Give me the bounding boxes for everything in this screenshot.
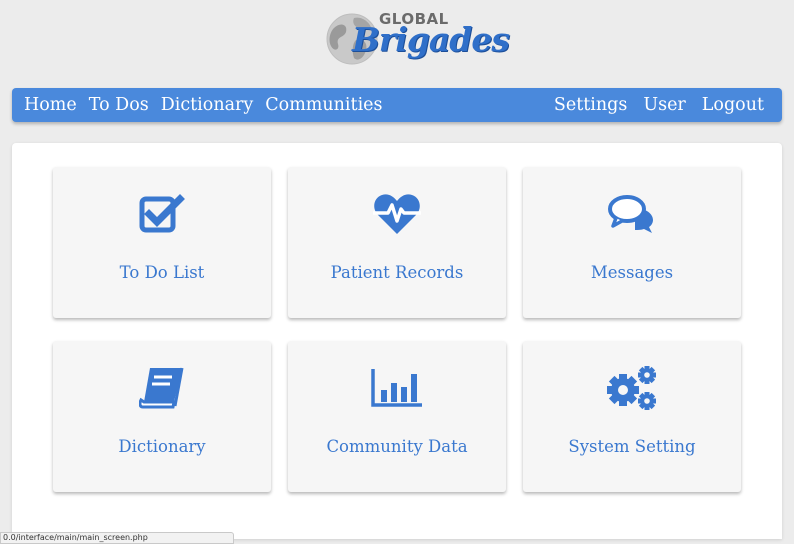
card-label: To Do List bbox=[119, 263, 205, 282]
card-to-do-list[interactable]: To Do List bbox=[53, 167, 271, 318]
nav-link-user[interactable]: User bbox=[635, 95, 693, 115]
top-navbar: Home To Dos Dictionary Communities Setti… bbox=[12, 88, 782, 122]
card-label: System Setting bbox=[568, 437, 696, 456]
card-label: Messages bbox=[590, 263, 674, 282]
nav-link-dictionary[interactable]: Dictionary bbox=[155, 95, 260, 115]
nav-right-group: Settings User Logout bbox=[546, 95, 772, 115]
card-label: Dictionary bbox=[118, 437, 206, 456]
nav-left-group: Home To Dos Dictionary Communities bbox=[18, 95, 389, 115]
card-patient-records[interactable]: Patient Records bbox=[288, 167, 506, 318]
card-label: Community Data bbox=[326, 437, 468, 456]
nav-link-settings[interactable]: Settings bbox=[546, 95, 635, 115]
nav-link-communities[interactable]: Communities bbox=[259, 95, 388, 115]
bar-chart-icon bbox=[371, 369, 422, 407]
card-messages[interactable]: Messages bbox=[523, 167, 741, 318]
card-community-data[interactable]: Community Data bbox=[288, 341, 506, 492]
card-dictionary[interactable]: Dictionary bbox=[53, 341, 271, 492]
nav-link-logout[interactable]: Logout bbox=[694, 95, 772, 115]
card-label: Patient Records bbox=[330, 263, 464, 282]
heartbeat-icon bbox=[373, 194, 421, 234]
gears-icon bbox=[607, 366, 656, 410]
nav-link-to-dos[interactable]: To Dos bbox=[83, 95, 155, 115]
nav-link-home[interactable]: Home bbox=[18, 95, 83, 115]
book-icon bbox=[139, 367, 184, 409]
checkbox-icon bbox=[139, 194, 185, 233]
chat-bubbles-icon bbox=[608, 195, 653, 233]
card-system-setting[interactable]: System Setting bbox=[523, 341, 741, 492]
dashboard-panel: To Do List Patient Records Messages Dict… bbox=[12, 143, 782, 539]
global-brigades-logo: GLOBAL Brigades bbox=[326, 8, 510, 70]
logo-text-brigades: Brigades bbox=[352, 20, 510, 59]
browser-status-url: 0.0/interface/main/main_screen.php bbox=[0, 532, 234, 544]
